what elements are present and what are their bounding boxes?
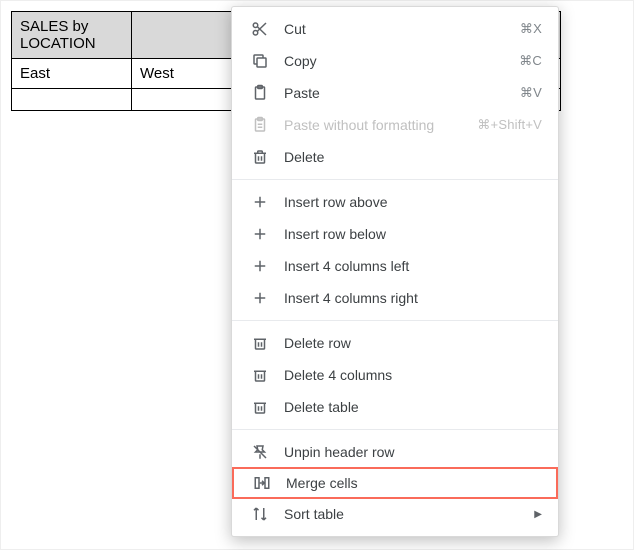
trash-icon [250,147,270,167]
menu-separator [232,179,558,180]
table-cell[interactable]: East [12,59,132,89]
menu-label: Insert row above [284,194,542,210]
paste-icon [250,83,270,103]
menu-item-delete-columns[interactable]: Delete 4 columns [232,359,558,391]
menu-label: Paste [284,85,520,101]
menu-item-delete-row[interactable]: Delete row [232,327,558,359]
menu-item-insert-columns-right[interactable]: Insert 4 columns right [232,282,558,314]
menu-item-insert-row-below[interactable]: Insert row below [232,218,558,250]
paste-without-formatting-icon [250,115,270,135]
menu-label: Delete row [284,335,542,351]
submenu-arrow-icon: ▶ [534,509,542,520]
plus-icon [250,192,270,212]
menu-item-paste[interactable]: Paste ⌘V [232,77,558,109]
menu-item-merge-cells[interactable]: Merge cells [232,467,558,499]
context-menu: Cut ⌘X Copy ⌘C Paste ⌘V [231,6,559,537]
menu-item-paste-without-formatting: Paste without formatting ⌘+Shift+V [232,109,558,141]
copy-icon [250,51,270,71]
menu-shortcut: ⌘X [520,21,542,37]
trash-icon [250,333,270,353]
menu-label: Merge cells [286,475,540,491]
plus-icon [250,256,270,276]
unpin-icon [250,442,270,462]
menu-label: Delete table [284,399,542,415]
table-cell[interactable] [12,89,132,111]
menu-separator [232,320,558,321]
menu-separator [232,429,558,430]
menu-label: Sort table [284,506,526,522]
menu-label: Paste without formatting [284,117,477,133]
menu-item-insert-row-above[interactable]: Insert row above [232,186,558,218]
plus-icon [250,224,270,244]
sort-icon [250,504,270,524]
trash-icon [250,397,270,417]
menu-shortcut: ⌘V [520,85,542,101]
plus-icon [250,288,270,308]
menu-label: Cut [284,21,520,37]
menu-item-cut[interactable]: Cut ⌘X [232,13,558,45]
menu-item-copy[interactable]: Copy ⌘C [232,45,558,77]
menu-item-delete-table[interactable]: Delete table [232,391,558,423]
cut-icon [250,19,270,39]
menu-item-sort-table[interactable]: Sort table ▶ [232,498,558,530]
menu-item-delete[interactable]: Delete [232,141,558,173]
menu-shortcut: ⌘+Shift+V [477,117,542,133]
menu-label: Unpin header row [284,444,542,460]
merge-cells-icon [252,473,272,493]
menu-shortcut: ⌘C [519,53,542,69]
menu-label: Copy [284,53,519,69]
menu-label: Delete [284,149,542,165]
menu-label: Insert 4 columns right [284,290,542,306]
menu-label: Delete 4 columns [284,367,542,383]
menu-label: Insert row below [284,226,542,242]
menu-label: Insert 4 columns left [284,258,542,274]
trash-icon [250,365,270,385]
table-header-cell[interactable]: SALES by LOCATION [12,12,132,59]
menu-item-unpin-header-row[interactable]: Unpin header row [232,436,558,468]
menu-item-insert-columns-left[interactable]: Insert 4 columns left [232,250,558,282]
